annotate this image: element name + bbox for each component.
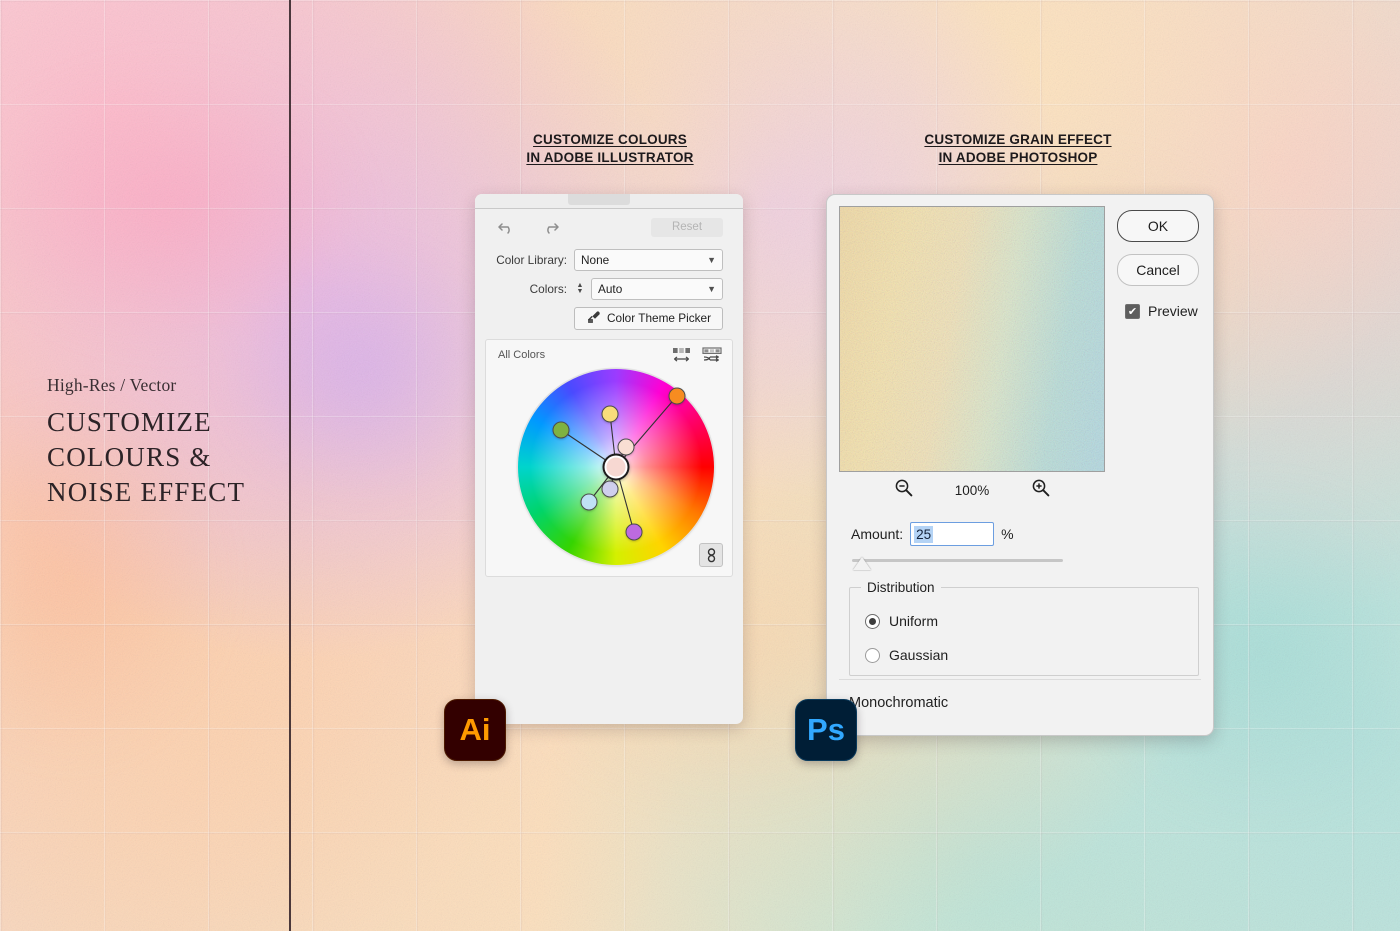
swatch-tool-icons bbox=[672, 347, 722, 369]
color-library-row: Color Library: None ▼ bbox=[475, 245, 743, 274]
redo-icon[interactable] bbox=[539, 217, 561, 237]
cancel-button[interactable]: Cancel bbox=[1117, 254, 1199, 286]
left-copy-block: High-Res / Vector CUSTOMIZE COLOURS & NO… bbox=[47, 375, 277, 510]
reset-button[interactable]: Reset bbox=[651, 218, 723, 237]
radio-uniform[interactable]: Uniform bbox=[865, 613, 938, 629]
vertical-divider bbox=[289, 0, 291, 931]
zoom-level: 100% bbox=[955, 483, 990, 498]
handle-lavender[interactable] bbox=[602, 480, 619, 497]
headline: CUSTOMIZE COLOURS & NOISE EFFECT bbox=[47, 405, 277, 510]
handle-green[interactable] bbox=[553, 421, 570, 438]
handle-magenta[interactable] bbox=[625, 523, 642, 540]
amount-row: Amount: 25 % bbox=[851, 522, 1014, 546]
amount-input[interactable]: 25 bbox=[910, 522, 994, 546]
all-colors-label: All Colors bbox=[498, 349, 545, 361]
headline-line-1: CUSTOMIZE bbox=[47, 405, 277, 440]
undo-icon[interactable] bbox=[495, 217, 517, 237]
radio-gaussian-indicator bbox=[865, 648, 880, 663]
zoom-out-icon[interactable] bbox=[894, 478, 913, 502]
color-theme-picker-button[interactable]: Color Theme Picker bbox=[574, 307, 723, 330]
chevron-down-icon: ▼ bbox=[707, 284, 716, 294]
photoshop-heading-line-2: IN ADOBE PHOTOSHOP bbox=[878, 149, 1158, 167]
photoshop-heading-line-1: CUSTOMIZE GRAIN EFFECT bbox=[878, 131, 1158, 149]
color-wheel[interactable] bbox=[518, 369, 714, 565]
headline-line-2: COLOURS & bbox=[47, 440, 277, 475]
panel-tab[interactable] bbox=[568, 194, 630, 205]
monochromatic-label: Monochromatic bbox=[849, 695, 948, 711]
preview-checkbox: ✔ bbox=[1125, 304, 1140, 319]
zoom-controls: 100% bbox=[839, 477, 1105, 503]
undo-redo-row: Reset bbox=[475, 209, 743, 245]
preview-checkbox-row[interactable]: ✔ Preview bbox=[1125, 303, 1198, 319]
amount-label: Amount: bbox=[851, 526, 903, 542]
noise-preview-grain bbox=[840, 207, 1105, 472]
amount-value: 25 bbox=[914, 526, 933, 543]
distribution-legend: Distribution bbox=[861, 580, 941, 595]
monochromatic-checkbox-row[interactable]: Monochromatic bbox=[849, 695, 948, 711]
illustrator-app-icon[interactable]: Ai bbox=[444, 699, 506, 761]
colors-stepper[interactable]: ▲▼ bbox=[574, 280, 586, 298]
illustrator-recolor-panel: Reset Color Library: None ▼ Colors: ▲▼ A… bbox=[475, 194, 743, 724]
chevron-down-icon: ▼ bbox=[707, 255, 716, 265]
randomize-swatches-icon[interactable] bbox=[702, 347, 722, 369]
handle-orange[interactable] bbox=[668, 388, 685, 405]
illustrator-section-heading: CUSTOMIZE COLOURS IN ADOBE ILLUSTRATOR bbox=[470, 131, 750, 168]
handle-center-base[interactable] bbox=[603, 454, 630, 481]
poster-canvas: High-Res / Vector CUSTOMIZE COLOURS & NO… bbox=[0, 0, 1400, 931]
noise-preview[interactable] bbox=[839, 206, 1105, 472]
eyedropper-icon bbox=[586, 310, 601, 327]
radio-uniform-label: Uniform bbox=[889, 613, 938, 629]
color-library-value: None bbox=[581, 253, 609, 267]
section-separator bbox=[839, 679, 1201, 680]
colors-row: Colors: ▲▼ Auto ▼ bbox=[475, 274, 743, 303]
colors-value: Auto bbox=[598, 282, 622, 296]
photoshop-section-heading: CUSTOMIZE GRAIN EFFECT IN ADOBE PHOTOSHO… bbox=[878, 131, 1158, 168]
radio-gaussian[interactable]: Gaussian bbox=[865, 647, 948, 663]
photoshop-add-noise-dialog: 100% Amount: 25 % Distribution Uniform G… bbox=[826, 194, 1214, 736]
headline-line-3: NOISE EFFECT bbox=[47, 475, 277, 510]
amount-slider-knob[interactable] bbox=[853, 557, 871, 570]
amount-slider-track[interactable] bbox=[852, 559, 1063, 562]
distribute-swatches-icon[interactable] bbox=[672, 347, 692, 369]
color-wheel-card: All Colors bbox=[485, 339, 733, 577]
zoom-in-icon[interactable] bbox=[1031, 478, 1050, 502]
amount-unit: % bbox=[1001, 526, 1013, 542]
link-colors-icon[interactable] bbox=[699, 543, 723, 567]
color-library-select[interactable]: None ▼ bbox=[574, 249, 723, 271]
handle-lightblue[interactable] bbox=[580, 494, 597, 511]
color-library-label: Color Library: bbox=[495, 253, 567, 267]
radio-gaussian-label: Gaussian bbox=[889, 647, 948, 663]
illustrator-heading-line-1: CUSTOMIZE COLOURS bbox=[470, 131, 750, 149]
radio-uniform-indicator bbox=[865, 614, 880, 629]
photoshop-app-icon[interactable]: Ps bbox=[795, 699, 857, 761]
preview-label: Preview bbox=[1148, 303, 1198, 319]
ok-button[interactable]: OK bbox=[1117, 210, 1199, 242]
panel-titlebar bbox=[475, 194, 743, 209]
color-theme-picker-row: Color Theme Picker bbox=[475, 303, 743, 333]
colors-label: Colors: bbox=[495, 282, 567, 296]
color-theme-picker-label: Color Theme Picker bbox=[607, 311, 711, 325]
kicker-text: High-Res / Vector bbox=[47, 375, 277, 396]
colors-select[interactable]: Auto ▼ bbox=[591, 278, 723, 300]
handle-yellow[interactable] bbox=[602, 406, 619, 423]
illustrator-heading-line-2: IN ADOBE ILLUSTRATOR bbox=[470, 149, 750, 167]
